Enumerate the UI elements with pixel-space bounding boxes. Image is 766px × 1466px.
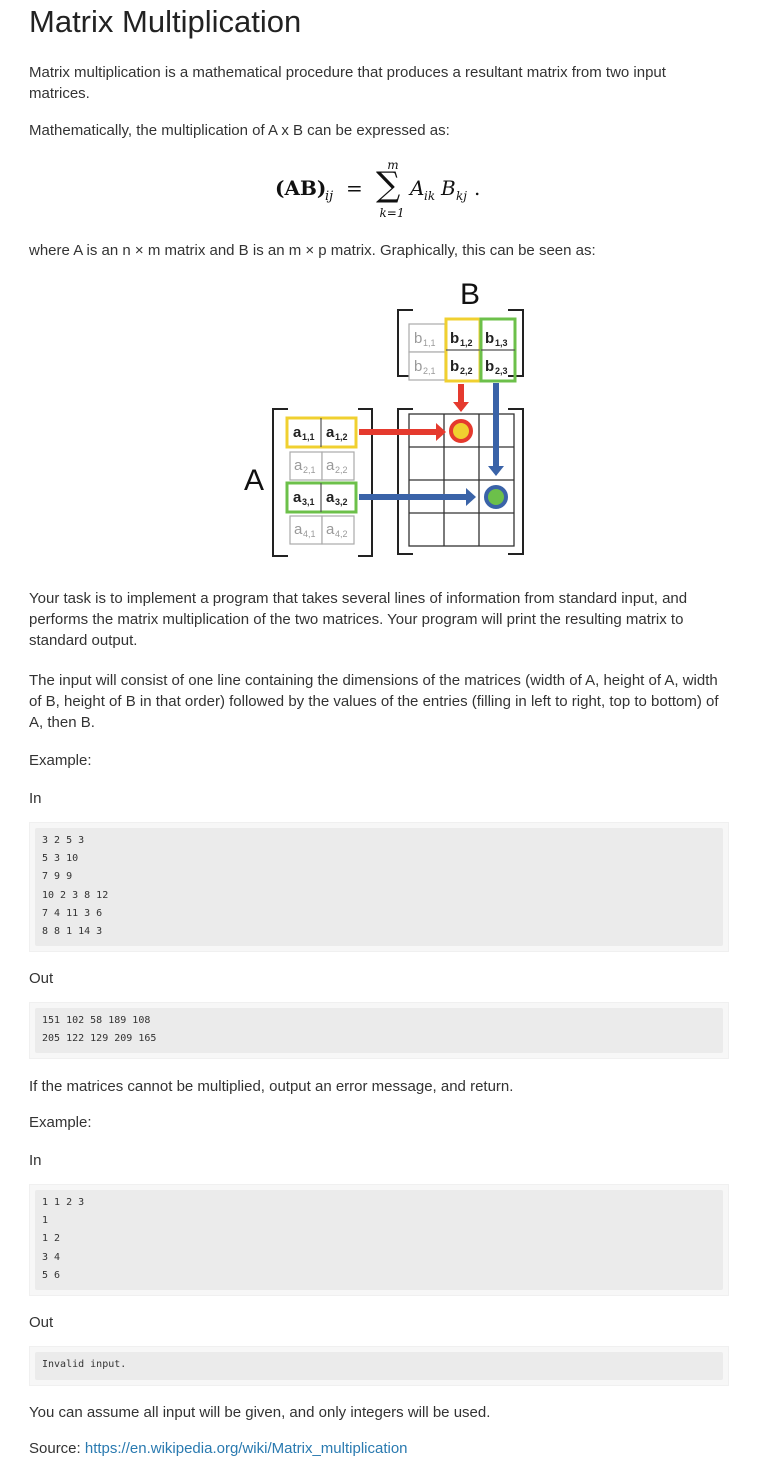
a-2-1-letter: a [294,457,303,474]
source-label: Source: [29,1440,85,1457]
formula-lhs: (AB) [275,176,327,200]
a-3-2-letter: a [326,489,335,506]
code-line: 151 102 58 189 108 [42,1015,151,1026]
example1-label: Example: [29,752,92,769]
code-line: 8 8 1 14 3 [42,926,103,938]
a-3-1-index: 3,1 [302,497,315,507]
b-1-1-index: 1,1 [423,338,436,348]
formula-period: . [474,176,481,200]
a-1-1-index: 1,1 [302,432,315,442]
a-3-2-index: 3,2 [335,497,348,507]
b-2-2-index: 2,2 [460,366,473,376]
matrix-b-label: B [460,278,480,311]
term-b-sub: kj [456,189,467,203]
error-paragraph: If the matrices cannot be multiplied, ou… [29,1078,514,1095]
example1-out-label: Out [29,970,54,987]
a-3-1-letter: a [293,489,302,506]
matrix-diagram: B A b 1,1 b 1,2 b 1,3 b 2,1 b 2,2 b 2,3 … [210,276,530,561]
code-line: 1 2 [42,1233,61,1245]
b-1-2-index: 1,2 [460,338,473,348]
b-2-3-letter: b [485,358,494,375]
term-b: B [441,176,456,200]
example2-output-code: Invalid input. [35,1352,723,1378]
math-intro-paragraph: Mathematically, the multiplication of A … [29,122,450,139]
code-line: 1 1 2 3 [42,1197,85,1208]
code-line: 7 4 11 3 6 [42,907,103,919]
code-line: 10 2 3 8 12 [42,889,109,901]
b-2-1-letter: b [414,358,422,375]
matrix-diagram-svg: B A b 1,1 b 1,2 b 1,3 b 2,1 b 2,2 b 2,3 … [244,278,524,557]
code-line: 7 9 9 [42,871,73,883]
result-cell-3-3-marker [484,485,508,509]
b-2-1-index: 2,1 [423,366,436,376]
formula-lhs-sub: ij [325,189,334,204]
term-a: A [410,176,425,200]
code-line: 5 6 [42,1269,61,1281]
example1-output-block: 151 102 58 189 108 205 122 129 209 165 [29,1002,729,1059]
a-4-1-letter: a [294,521,303,538]
example2-output-block: Invalid input. [29,1346,729,1386]
source-line: Source: https://en.wikipedia.org/wiki/Ma… [29,1438,729,1459]
assume-paragraph: You can assume all input will be given, … [29,1404,491,1421]
a-1-2-letter: a [326,424,335,441]
b-1-3-letter: b [485,330,494,347]
code-line: 3 4 [42,1251,61,1263]
b-1-2-letter: b [450,330,459,347]
a-2-1-index: 2,1 [303,465,316,475]
b-1-1-letter: b [414,330,422,347]
input-format-paragraph: The input will consist of one line conta… [29,672,719,731]
a-4-2-index: 4,2 [335,529,348,539]
sum-symbol: ∑ [376,165,401,205]
b-2-3-index: 2,3 [495,366,508,376]
blue-arrow [359,383,508,509]
sum-lower-limit: k=1 [379,206,405,220]
code-line: Invalid input. [42,1359,127,1370]
example1-in-label: In [29,790,42,807]
example1-output-code: 151 102 58 189 108 205 122 129 209 165 [35,1008,723,1052]
a-1-2-index: 1,2 [335,432,348,442]
a-4-2-letter: a [326,521,335,538]
where-paragraph: where A is an n × m matrix and B is an m… [29,242,596,259]
page-title: Matrix Multiplication [29,4,302,39]
intro-paragraph: Matrix multiplication is a mathematical … [29,64,666,102]
task-paragraph: Your task is to implement a program that… [29,590,688,649]
result-cell-1-2-marker [449,419,473,443]
a-1-1-letter: a [293,424,302,441]
b-1-3-index: 1,3 [495,338,508,348]
matrix-a-label: A [244,464,264,497]
a-4-1-index: 4,1 [303,529,316,539]
a-2-2-letter: a [326,457,335,474]
term-a-sub: ik [424,189,436,203]
example1-input-code: 3 2 5 3 5 3 10 7 9 9 10 2 3 8 12 7 4 11 … [35,828,723,945]
formula-equals: = [346,176,363,200]
matrix-a: a 1,1 a 1,2 a 2,1 a 2,2 a 3,1 a 3,2 a 4,… [285,416,358,545]
formula: (AB) ij = m ∑ k=1 A ik B kj . [269,158,519,228]
code-line: 205 122 129 209 165 [42,1033,157,1045]
source-link[interactable]: https://en.wikipedia.org/wiki/Matrix_mul… [85,1440,408,1457]
example2-input-code: 1 1 2 3 1 1 2 3 4 5 6 [35,1190,723,1289]
example2-in-label: In [29,1152,42,1169]
code-line: 1 [42,1215,49,1227]
code-line: 5 3 10 [42,853,79,865]
example2-input-block: 1 1 2 3 1 1 2 3 4 5 6 [29,1184,729,1296]
example2-label: Example: [29,1114,92,1131]
example2-out-label: Out [29,1314,54,1331]
red-arrow [359,384,473,443]
matrix-b: b 1,1 b 1,2 b 1,3 b 2,1 b 2,2 b 2,3 [408,317,517,383]
code-line: 3 2 5 3 [42,835,85,846]
example1-input-block: 3 2 5 3 5 3 10 7 9 9 10 2 3 8 12 7 4 11 … [29,822,729,952]
a-2-2-index: 2,2 [335,465,348,475]
b-2-2-letter: b [450,358,459,375]
